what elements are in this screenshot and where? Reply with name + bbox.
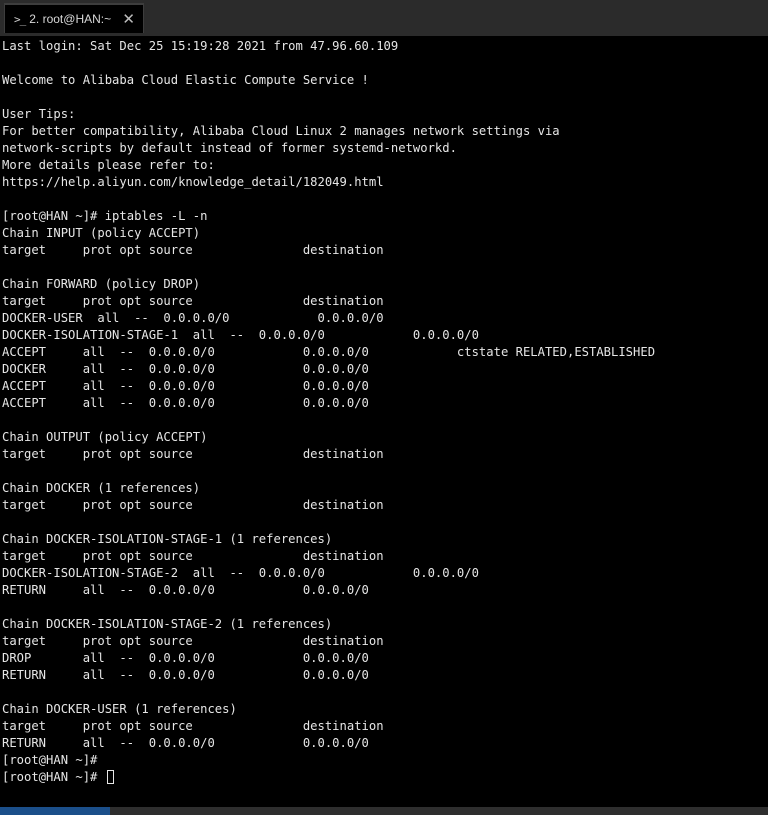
terminal-line: ACCEPT all -- 0.0.0.0/0 0.0.0.0/0 — [2, 378, 762, 395]
terminal-line: target prot opt source destination — [2, 446, 762, 463]
terminal-prompt-icon: >_ — [14, 12, 26, 26]
terminal-line-text: [root@HAN ~]# — [2, 770, 105, 784]
terminal-line: For better compatibility, Alibaba Cloud … — [2, 123, 762, 140]
terminal-line: target prot opt source destination — [2, 293, 762, 310]
terminal-line-text: DOCKER-USER all -- 0.0.0.0/0 0.0.0.0/0 — [2, 311, 384, 325]
terminal-line: ACCEPT all -- 0.0.0.0/0 0.0.0.0/0 ctstat… — [2, 344, 762, 361]
terminal-line-text: Chain OUTPUT (policy ACCEPT) — [2, 430, 208, 444]
terminal-line-text: [root@HAN ~]# iptables -L -n — [2, 209, 208, 223]
terminal-line: target prot opt source destination — [2, 242, 762, 259]
terminal-line: target prot opt source destination — [2, 718, 762, 735]
tab-session-2[interactable]: >_ 2. root@HAN:~ ✕ — [4, 3, 144, 33]
terminal-line: Chain DOCKER-ISOLATION-STAGE-1 (1 refere… — [2, 531, 762, 548]
terminal-line-text: https://help.aliyun.com/knowledge_detail… — [2, 175, 384, 189]
terminal-line: Chain INPUT (policy ACCEPT) — [2, 225, 762, 242]
terminal-line-text: target prot opt source destination — [2, 243, 384, 257]
tab-bar: >_ 2. root@HAN:~ ✕ — [0, 0, 768, 36]
terminal-line: DOCKER-ISOLATION-STAGE-1 all -- 0.0.0.0/… — [2, 327, 762, 344]
status-bar-segment — [0, 807, 110, 815]
terminal-line-text: target prot opt source destination — [2, 498, 384, 512]
terminal-line-text: ACCEPT all -- 0.0.0.0/0 0.0.0.0/0 ctstat… — [2, 345, 656, 359]
terminal-line-text: Chain DOCKER-USER (1 references) — [2, 702, 237, 716]
terminal-line-text: Chain DOCKER (1 references) — [2, 481, 201, 495]
terminal-line: Chain DOCKER-USER (1 references) — [2, 701, 762, 718]
terminal-line-text: RETURN all -- 0.0.0.0/0 0.0.0.0/0 — [2, 668, 369, 682]
terminal-line-text: DROP all -- 0.0.0.0/0 0.0.0.0/0 — [2, 651, 369, 665]
terminal-line-text: ACCEPT all -- 0.0.0.0/0 0.0.0.0/0 — [2, 396, 369, 410]
terminal-line: target prot opt source destination — [2, 497, 762, 514]
terminal-line: Chain FORWARD (policy DROP) — [2, 276, 762, 293]
terminal-line: ACCEPT all -- 0.0.0.0/0 0.0.0.0/0 — [2, 395, 762, 412]
terminal-line: More details please refer to: — [2, 157, 762, 174]
terminal-line-text: More details please refer to: — [2, 158, 215, 172]
terminal-line-text: Chain FORWARD (policy DROP) — [2, 277, 201, 291]
terminal-window: >_ 2. root@HAN:~ ✕ Last login: Sat Dec 2… — [0, 0, 768, 815]
terminal-line: Last login: Sat Dec 25 15:19:28 2021 fro… — [2, 38, 762, 55]
terminal-line: RETURN all -- 0.0.0.0/0 0.0.0.0/0 — [2, 735, 762, 752]
terminal-line: DROP all -- 0.0.0.0/0 0.0.0.0/0 — [2, 650, 762, 667]
terminal-line-text: [root@HAN ~]# — [2, 753, 98, 767]
terminal-line-text: Welcome to Alibaba Cloud Elastic Compute… — [2, 73, 369, 87]
terminal-line-text: RETURN all -- 0.0.0.0/0 0.0.0.0/0 — [2, 583, 369, 597]
close-icon[interactable]: ✕ — [122, 10, 135, 28]
terminal-line-text: DOCKER-ISOLATION-STAGE-1 all -- 0.0.0.0/… — [2, 328, 479, 342]
terminal-line: DOCKER all -- 0.0.0.0/0 0.0.0.0/0 — [2, 361, 762, 378]
terminal-line-text: DOCKER-ISOLATION-STAGE-2 all -- 0.0.0.0/… — [2, 566, 479, 580]
status-bar — [0, 807, 768, 815]
terminal-line: Chain DOCKER-ISOLATION-STAGE-2 (1 refere… — [2, 616, 762, 633]
terminal-line-text: For better compatibility, Alibaba Cloud … — [2, 124, 560, 138]
tab-label: 2. root@HAN:~ — [29, 12, 112, 26]
terminal-line: User Tips: — [2, 106, 762, 123]
terminal-line: [root@HAN ~]# — [2, 769, 762, 786]
terminal-line-text: Chain INPUT (policy ACCEPT) — [2, 226, 201, 240]
terminal-line: [root@HAN ~]# — [2, 752, 762, 769]
terminal-line-text: Chain DOCKER-ISOLATION-STAGE-2 (1 refere… — [2, 617, 333, 631]
terminal-line-text: target prot opt source destination — [2, 549, 384, 563]
terminal-line: RETURN all -- 0.0.0.0/0 0.0.0.0/0 — [2, 667, 762, 684]
terminal-line-text: RETURN all -- 0.0.0.0/0 0.0.0.0/0 — [2, 736, 369, 750]
terminal-line: Chain OUTPUT (policy ACCEPT) — [2, 429, 762, 446]
terminal-line-text: target prot opt source destination — [2, 634, 384, 648]
terminal-line: https://help.aliyun.com/knowledge_detail… — [2, 174, 762, 191]
terminal-line: DOCKER-ISOLATION-STAGE-2 all -- 0.0.0.0/… — [2, 565, 762, 582]
terminal-line: target prot opt source destination — [2, 633, 762, 650]
terminal-line: network-scripts by default instead of fo… — [2, 140, 762, 157]
terminal-cursor — [106, 770, 114, 784]
terminal-line-text: target prot opt source destination — [2, 294, 384, 308]
terminal-output[interactable]: Last login: Sat Dec 25 15:19:28 2021 fro… — [2, 38, 762, 804]
terminal-line: target prot opt source destination — [2, 548, 762, 565]
terminal-line: DOCKER-USER all -- 0.0.0.0/0 0.0.0.0/0 — [2, 310, 762, 327]
terminal-line-text: target prot opt source destination — [2, 447, 384, 461]
terminal-line: RETURN all -- 0.0.0.0/0 0.0.0.0/0 — [2, 582, 762, 599]
terminal-line-text: Last login: Sat Dec 25 15:19:28 2021 fro… — [2, 39, 399, 53]
terminal-line-text: target prot opt source destination — [2, 719, 384, 733]
terminal-line-text: Chain DOCKER-ISOLATION-STAGE-1 (1 refere… — [2, 532, 333, 546]
terminal-line: Welcome to Alibaba Cloud Elastic Compute… — [2, 72, 762, 89]
terminal-line: [root@HAN ~]# iptables -L -n — [2, 208, 762, 225]
terminal-line: Chain DOCKER (1 references) — [2, 480, 762, 497]
terminal-line-text: DOCKER all -- 0.0.0.0/0 0.0.0.0/0 — [2, 362, 369, 376]
terminal-line-text: User Tips: — [2, 107, 76, 121]
terminal-line-text: network-scripts by default instead of fo… — [2, 141, 457, 155]
terminal-line-text: ACCEPT all -- 0.0.0.0/0 0.0.0.0/0 — [2, 379, 369, 393]
